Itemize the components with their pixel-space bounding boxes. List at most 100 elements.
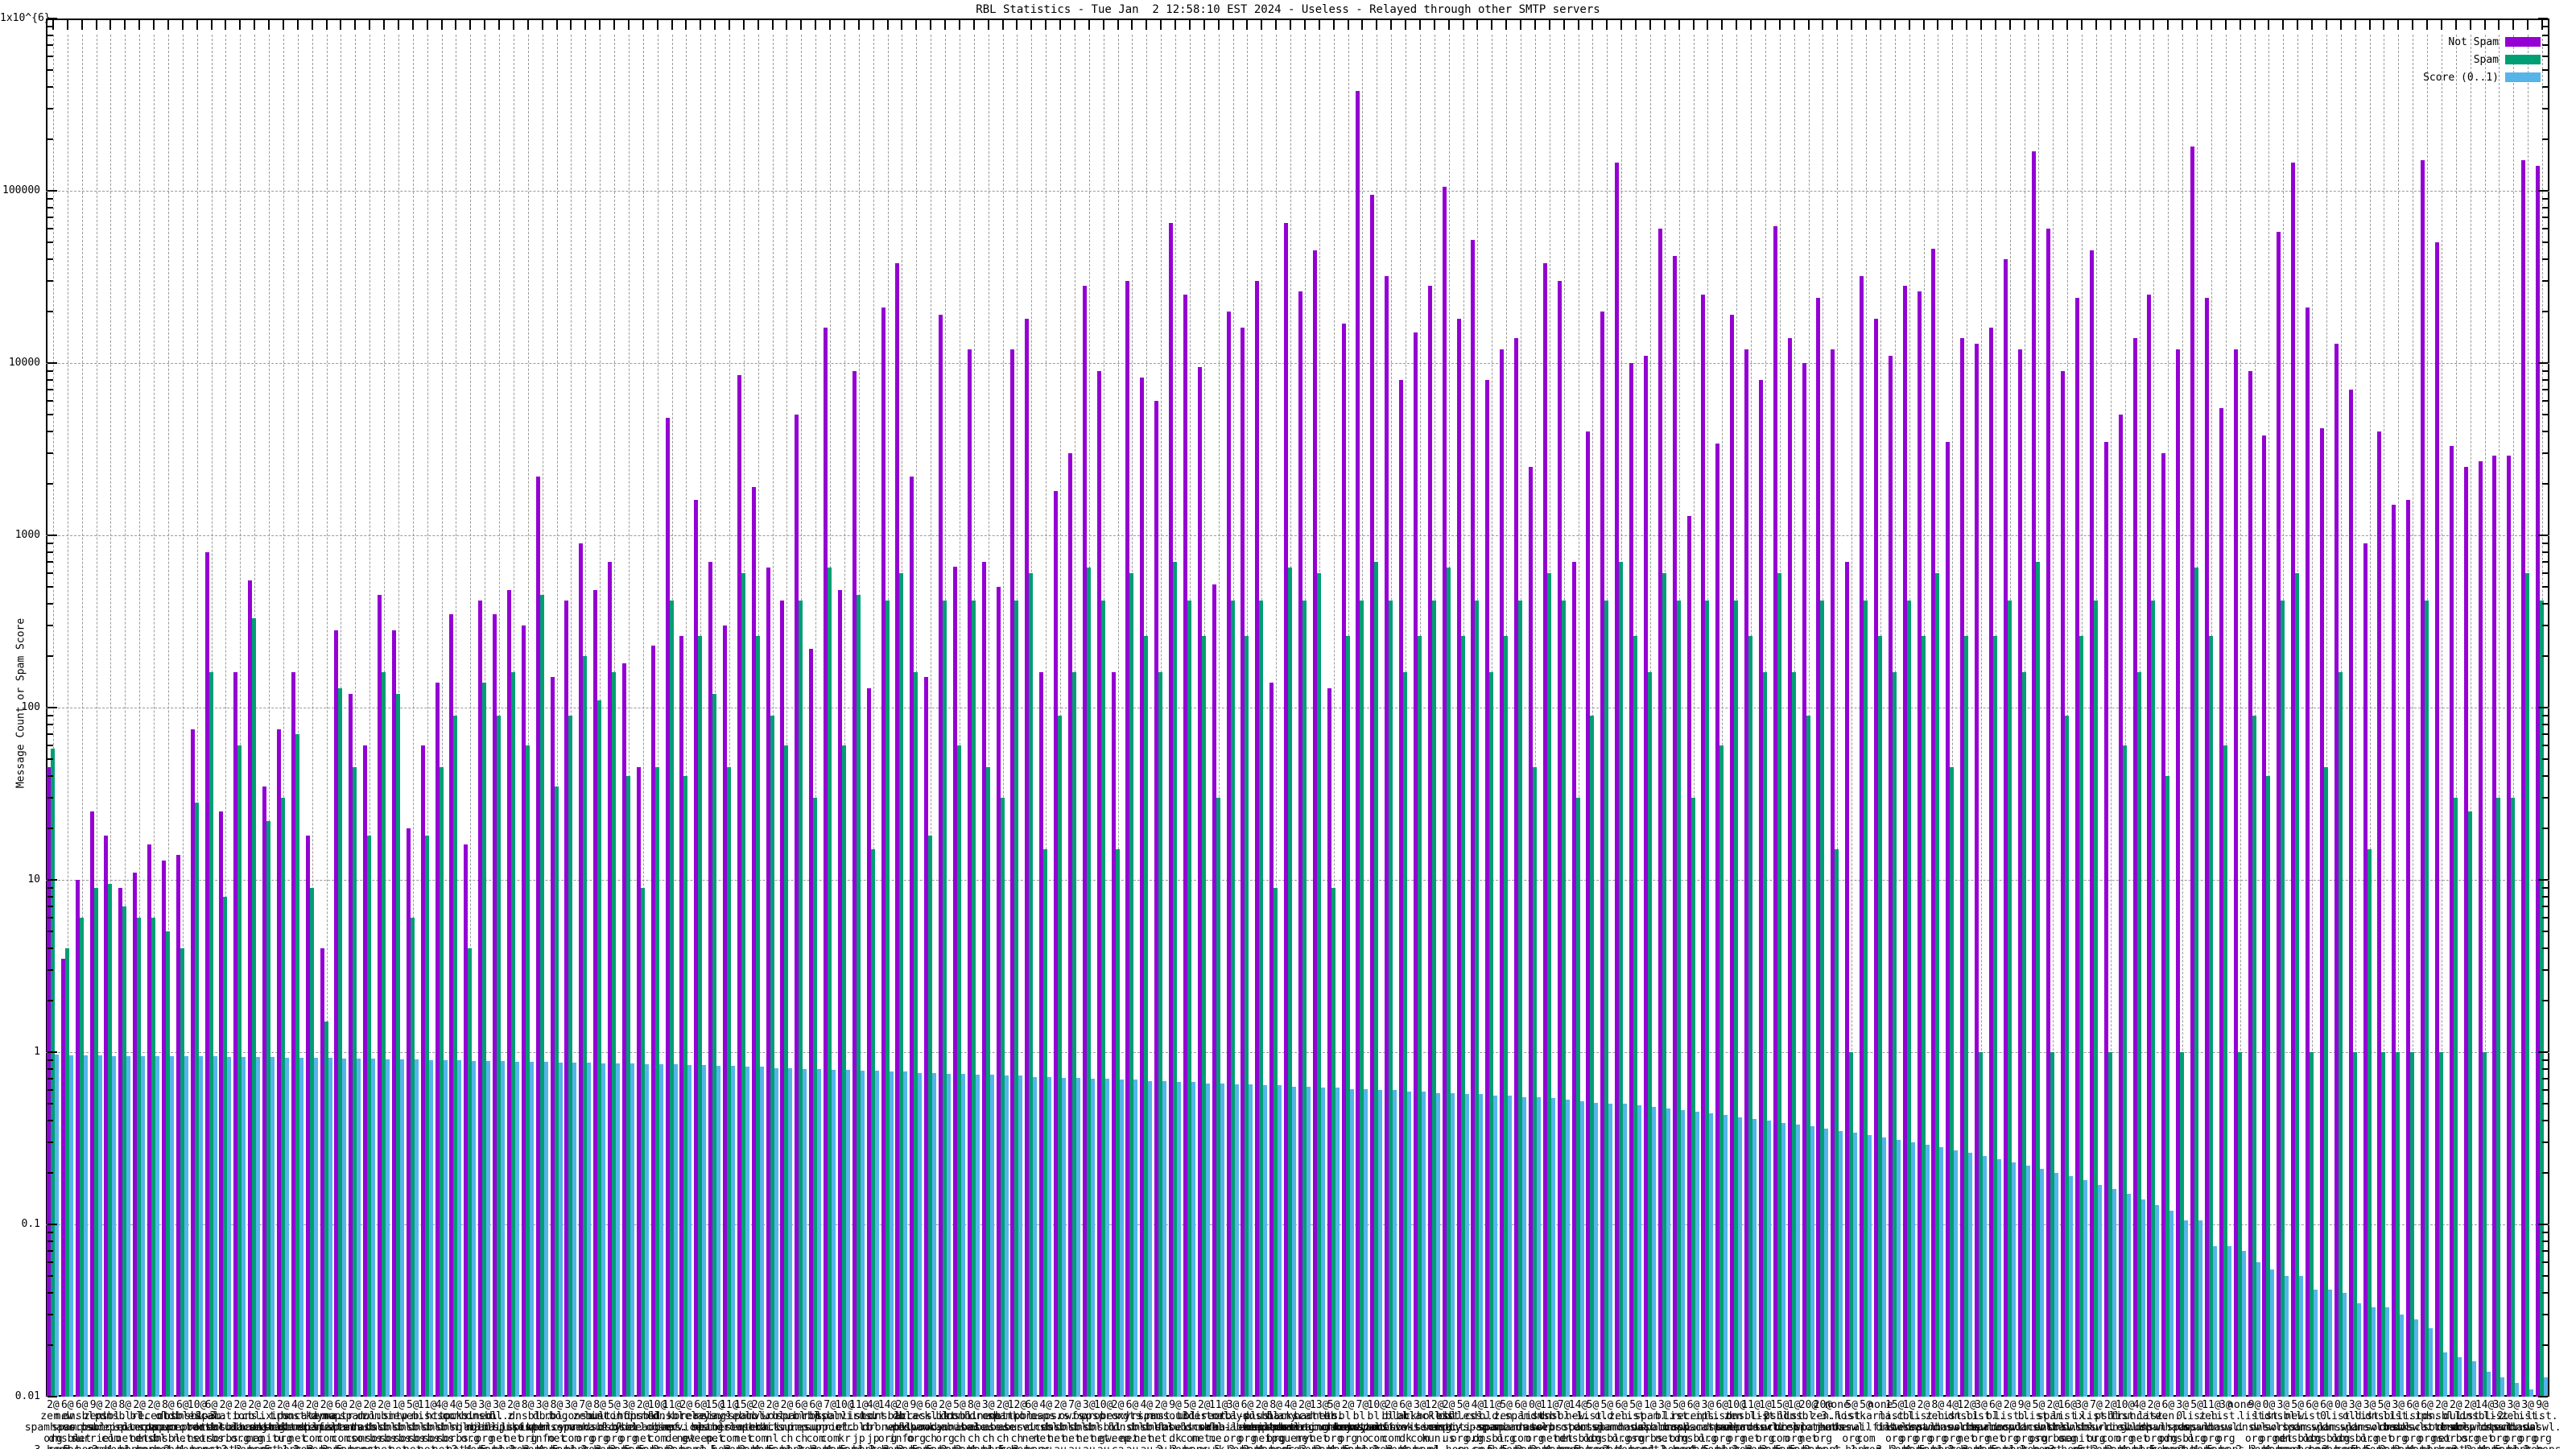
bar-score [1292,1086,1297,1397]
x-top-tick [2239,20,2241,30]
x-top-tick [369,20,371,30]
y-major-tick-left [47,1224,57,1225]
x-top-tick [2297,20,2299,30]
bar-score [2471,1361,2476,1397]
bar-score [155,1055,160,1397]
x-top-tick [440,20,443,30]
x-top-tick [642,20,644,30]
x-top-tick [1635,20,1637,30]
x-top-tick [1246,20,1249,30]
bar-spam [2482,1052,2487,1397]
y-minor-tick-right [2542,886,2548,889]
y-tick-label: 1x10^{6} [0,12,51,24]
x-top-tick [2412,20,2414,30]
x-top-tick [1117,20,1119,30]
y-minor-tick-left [47,228,53,230]
x-top-tick [383,20,386,30]
x-top-tick [239,20,242,30]
bar-score [1493,1095,1498,1397]
bar-score [947,1073,952,1397]
bar-score [1996,1158,2001,1397]
legend-label-spam: Spam [2473,54,2499,66]
bar-score [687,1065,692,1397]
x-top-tick [1447,20,1450,30]
x-top-tick [613,20,615,30]
bar-score [284,1057,289,1397]
bar-score [2327,1289,2332,1397]
x-top-tick [1275,20,1278,30]
y-minor-tick-right [2542,603,2548,605]
x-top-tick [2339,20,2342,30]
x-top-tick [1865,20,1867,30]
bar-score [1680,1110,1685,1397]
y-minor-tick-left [47,1141,53,1143]
x-top-tick [1001,20,1004,30]
y-minor-tick-right [2542,228,2548,230]
bar-score [1839,1130,1843,1397]
y-minor-tick-right [2542,86,2548,89]
y-minor-tick-right [2542,551,2548,553]
bar-score [716,1066,721,1397]
bar-score [1234,1084,1239,1397]
y-minor-tick-right [2542,1231,2548,1233]
y-minor-tick-left [47,603,53,605]
bar-score [1278,1085,1282,1397]
bar-score [989,1074,994,1397]
y-minor-tick-left [47,197,53,200]
bar-score [1550,1098,1555,1397]
rbl-statistics-chart: RBL Statistics - Tue Jan 2 12:58:10 EST … [0,0,2576,1449]
y-minor-tick-right [2542,197,2548,200]
bar-score [1119,1080,1124,1397]
x-top-tick [498,20,501,30]
x-top-tick [1174,20,1177,30]
x-top-tick [1303,20,1306,30]
bar-score [371,1058,376,1397]
x-top-tick [1620,20,1623,30]
bar-score [2515,1383,2520,1397]
y-minor-tick-right [2542,917,2548,919]
y-minor-tick-right [2542,1059,2548,1061]
bar-score [1939,1147,1944,1397]
y-minor-tick-left [47,86,53,89]
x-tick-label: 9@ list. dnswl. org 2 hops [2523,1399,2562,1449]
bar-score [860,1071,865,1397]
x-top-tick [1807,20,1810,30]
y-major-tick-left [47,535,57,536]
y-minor-tick-right [2542,389,2548,391]
x-top-tick [1721,20,1724,30]
y-minor-tick-right [2542,796,2548,799]
bar-score [1565,1100,1570,1397]
x-top-tick [1937,20,1939,30]
x-top-tick [1520,20,1522,30]
bar-score [256,1056,261,1397]
bar-score [1709,1113,1714,1397]
y-minor-tick-right [2542,69,2548,72]
bar-spam [2295,573,2300,1397]
bar-score [2054,1172,2059,1397]
y-minor-tick-right [2542,1292,2548,1294]
x-top-tick [1922,20,1925,30]
x-top-tick [1793,20,1795,30]
y-minor-tick-left [47,69,53,72]
x-top-tick [1361,20,1364,30]
x-top-tick [1261,20,1263,30]
x-top-tick [1736,20,1738,30]
x-top-tick [872,20,874,30]
x-top-tick [455,20,457,30]
x-top-tick [311,20,313,30]
y-major-tick-right [2538,879,2548,881]
x-top-tick [95,20,97,30]
bar-score [1637,1105,1642,1397]
y-minor-tick-left [47,1231,53,1233]
bar-score [2069,1176,2074,1397]
bar-score [616,1063,620,1397]
y-minor-tick-left [47,917,53,919]
y-minor-tick-left [47,369,53,372]
y-minor-tick-right [2542,733,2548,736]
bar-score [2140,1199,2145,1397]
bar-score [1062,1077,1067,1397]
y-minor-tick-right [2542,968,2548,971]
x-top-tick [1822,20,1824,30]
x-top-tick [1160,20,1162,30]
y-minor-tick-right [2542,723,2548,725]
